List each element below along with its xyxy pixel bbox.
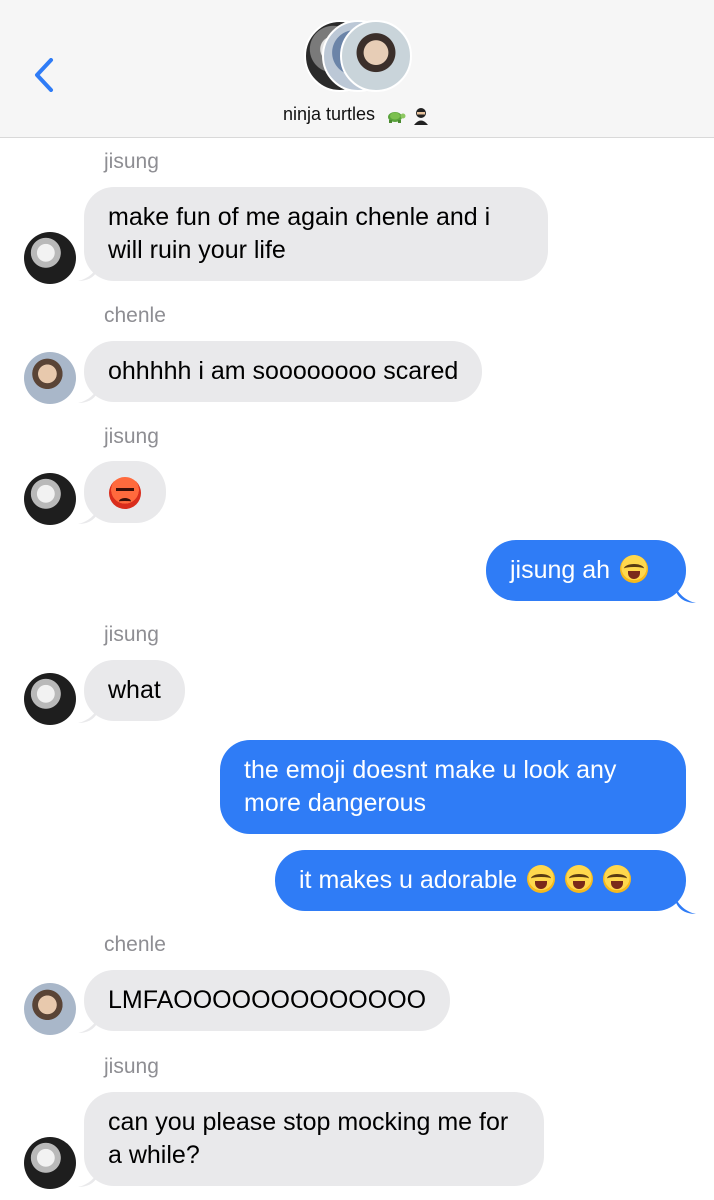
conversation-header: ninja turtles (0, 0, 714, 138)
avatar[interactable] (24, 232, 76, 284)
message-bubble[interactable]: LMFAOOOOOOOOOOOOO (84, 970, 451, 1031)
sender-name: chenle (104, 933, 166, 956)
message-bubble[interactable]: jisung ah (486, 540, 686, 601)
sob-icon (620, 555, 649, 583)
group-avatar-stack[interactable] (304, 20, 416, 96)
group-member-avatar (340, 20, 412, 92)
message-bubble[interactable]: make fun of me again chenle and i will r… (84, 187, 548, 281)
sob-icon (603, 865, 632, 893)
ninja-icon (414, 108, 429, 125)
message-bubble[interactable]: ohhhhh i am soooooooo scared (84, 341, 483, 402)
sender-name: jisung (104, 623, 159, 646)
group-name-text: ninja turtles (282, 104, 376, 124)
message-bubble[interactable]: it makes u adorable (275, 850, 686, 911)
group-title[interactable]: ninja turtles (0, 104, 714, 126)
sender-name: jisung (104, 150, 159, 173)
sender-name: jisung (104, 1055, 159, 1078)
avatar[interactable] (24, 473, 76, 525)
turtle-icon (388, 112, 406, 123)
sob-icon (565, 865, 594, 893)
message-bubble[interactable]: can you please stop mocking me for a whi… (84, 1092, 544, 1186)
avatar[interactable] (24, 673, 76, 725)
angry-face-icon (109, 477, 141, 510)
avatar[interactable] (24, 352, 76, 404)
message-text: jisung ah (510, 556, 611, 584)
sender-name: jisung (104, 425, 159, 448)
chevron-left-icon (35, 58, 53, 92)
message-bubble[interactable]: the emoji doesnt make u look any more da… (220, 740, 686, 834)
message-bubble[interactable]: what (84, 660, 185, 721)
sob-icon (527, 865, 556, 893)
avatar[interactable] (24, 983, 76, 1035)
message-text: it makes u adorable (299, 866, 518, 894)
back-button[interactable] (26, 52, 62, 98)
avatar[interactable] (24, 1137, 76, 1189)
message-bubble[interactable] (84, 461, 166, 523)
sender-name: chenle (104, 304, 166, 327)
